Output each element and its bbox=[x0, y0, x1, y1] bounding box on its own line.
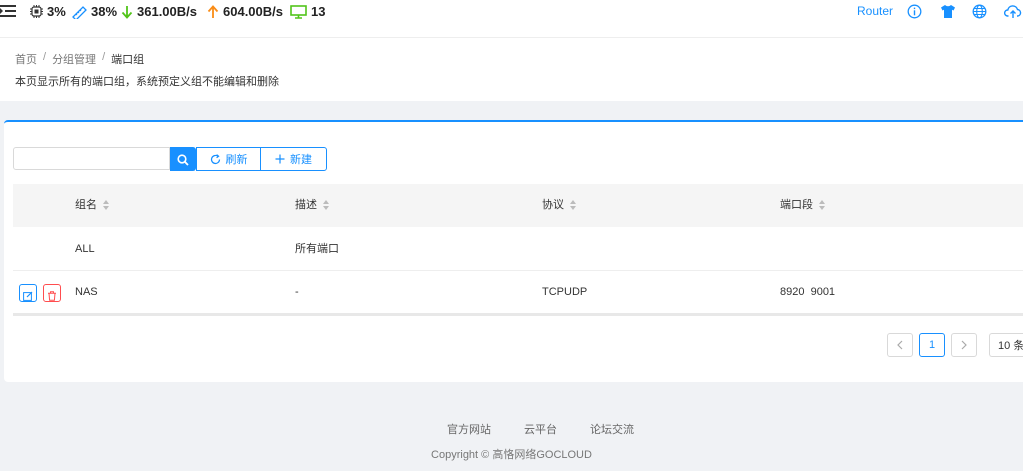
column-header-description[interactable]: 描述 bbox=[295, 184, 330, 227]
breadcrumb-separator: / bbox=[102, 51, 106, 63]
download-rate: 361.00B/s bbox=[137, 4, 197, 19]
memory-icon bbox=[71, 5, 87, 21]
menu-toggle-icon[interactable] bbox=[0, 4, 16, 18]
column-header-name[interactable]: 组名 bbox=[75, 184, 110, 227]
shirt-icon[interactable] bbox=[940, 4, 956, 20]
memory-usage: 38% bbox=[91, 4, 118, 19]
info-icon[interactable] bbox=[907, 4, 923, 20]
search-button[interactable] bbox=[170, 147, 196, 171]
footer-link-cloud-platform[interactable]: 云平台 bbox=[524, 421, 557, 437]
page-size-select[interactable]: 10 条 bbox=[989, 333, 1023, 357]
breadcrumb-current: 端口组 bbox=[111, 54, 145, 66]
edit-icon bbox=[23, 288, 33, 301]
table-header bbox=[13, 184, 1023, 227]
plus-icon bbox=[275, 154, 285, 164]
sort-icon[interactable] bbox=[819, 200, 826, 211]
sort-icon[interactable] bbox=[103, 200, 110, 211]
table-row bbox=[13, 270, 1023, 316]
chevron-left-icon bbox=[896, 340, 904, 350]
delete-button[interactable] bbox=[43, 284, 61, 302]
cpu-usage: 3% bbox=[47, 4, 66, 19]
online-clients-count: 13 bbox=[311, 4, 326, 19]
new-label: 新建 bbox=[290, 154, 312, 166]
breadcrumb-group-management[interactable]: 分组管理 bbox=[52, 51, 96, 67]
refresh-label: 刷新 bbox=[225, 154, 248, 166]
refresh-button[interactable]: 刷新 bbox=[196, 147, 261, 171]
cloud-upload-icon[interactable] bbox=[1003, 4, 1022, 20]
column-header-protocol[interactable]: 协议 bbox=[542, 184, 577, 227]
cell-protocol: TCPUDP bbox=[542, 286, 588, 298]
upload-rate: 604.00B/s bbox=[223, 4, 283, 19]
trash-icon bbox=[47, 288, 57, 301]
table-row bbox=[13, 227, 1023, 271]
cell-description: - bbox=[295, 286, 299, 298]
next-page-button[interactable] bbox=[951, 333, 977, 357]
monitor-icon bbox=[290, 4, 307, 19]
cell-ports: 8920 9001 bbox=[780, 286, 836, 298]
page-description: 本页显示所有的端口组，系统预定义组不能编辑和删除 bbox=[15, 76, 279, 88]
footer-link-forum[interactable]: 论坛交流 bbox=[590, 421, 634, 437]
prev-page-button[interactable] bbox=[887, 333, 913, 357]
copyright-text: Copyright © 高恪网络GOCLOUD bbox=[431, 449, 592, 461]
page-number-current[interactable]: 1 bbox=[919, 333, 945, 357]
search-input[interactable] bbox=[13, 147, 170, 170]
page-header bbox=[0, 38, 1023, 101]
sort-icon[interactable] bbox=[570, 200, 577, 211]
breadcrumb: 首页 / 分组管理 / 端口组 bbox=[15, 51, 144, 67]
cell-description: 所有端口 bbox=[295, 243, 339, 255]
edit-button[interactable] bbox=[19, 284, 37, 302]
router-link[interactable]: Router bbox=[857, 0, 893, 23]
search-icon bbox=[177, 153, 189, 166]
upload-arrow-icon bbox=[207, 4, 219, 19]
globe-icon[interactable] bbox=[972, 4, 988, 20]
breadcrumb-home[interactable]: 首页 bbox=[15, 51, 37, 67]
cell-name: ALL bbox=[75, 243, 95, 255]
chevron-right-icon bbox=[960, 340, 968, 350]
footer-link-official-site[interactable]: 官方网站 bbox=[447, 421, 491, 437]
refresh-icon bbox=[210, 153, 221, 165]
cell-name: NAS bbox=[75, 286, 98, 298]
top-status-bar: 3% 38% 361.00B/s 604.00B/s 13 Router bbox=[0, 0, 1023, 38]
sort-icon[interactable] bbox=[323, 200, 330, 211]
breadcrumb-separator: / bbox=[43, 51, 47, 63]
cpu-icon bbox=[30, 5, 43, 18]
download-arrow-icon bbox=[121, 5, 133, 19]
column-header-ports[interactable]: 端口段 bbox=[780, 184, 826, 227]
new-button[interactable]: 新建 bbox=[260, 147, 327, 171]
